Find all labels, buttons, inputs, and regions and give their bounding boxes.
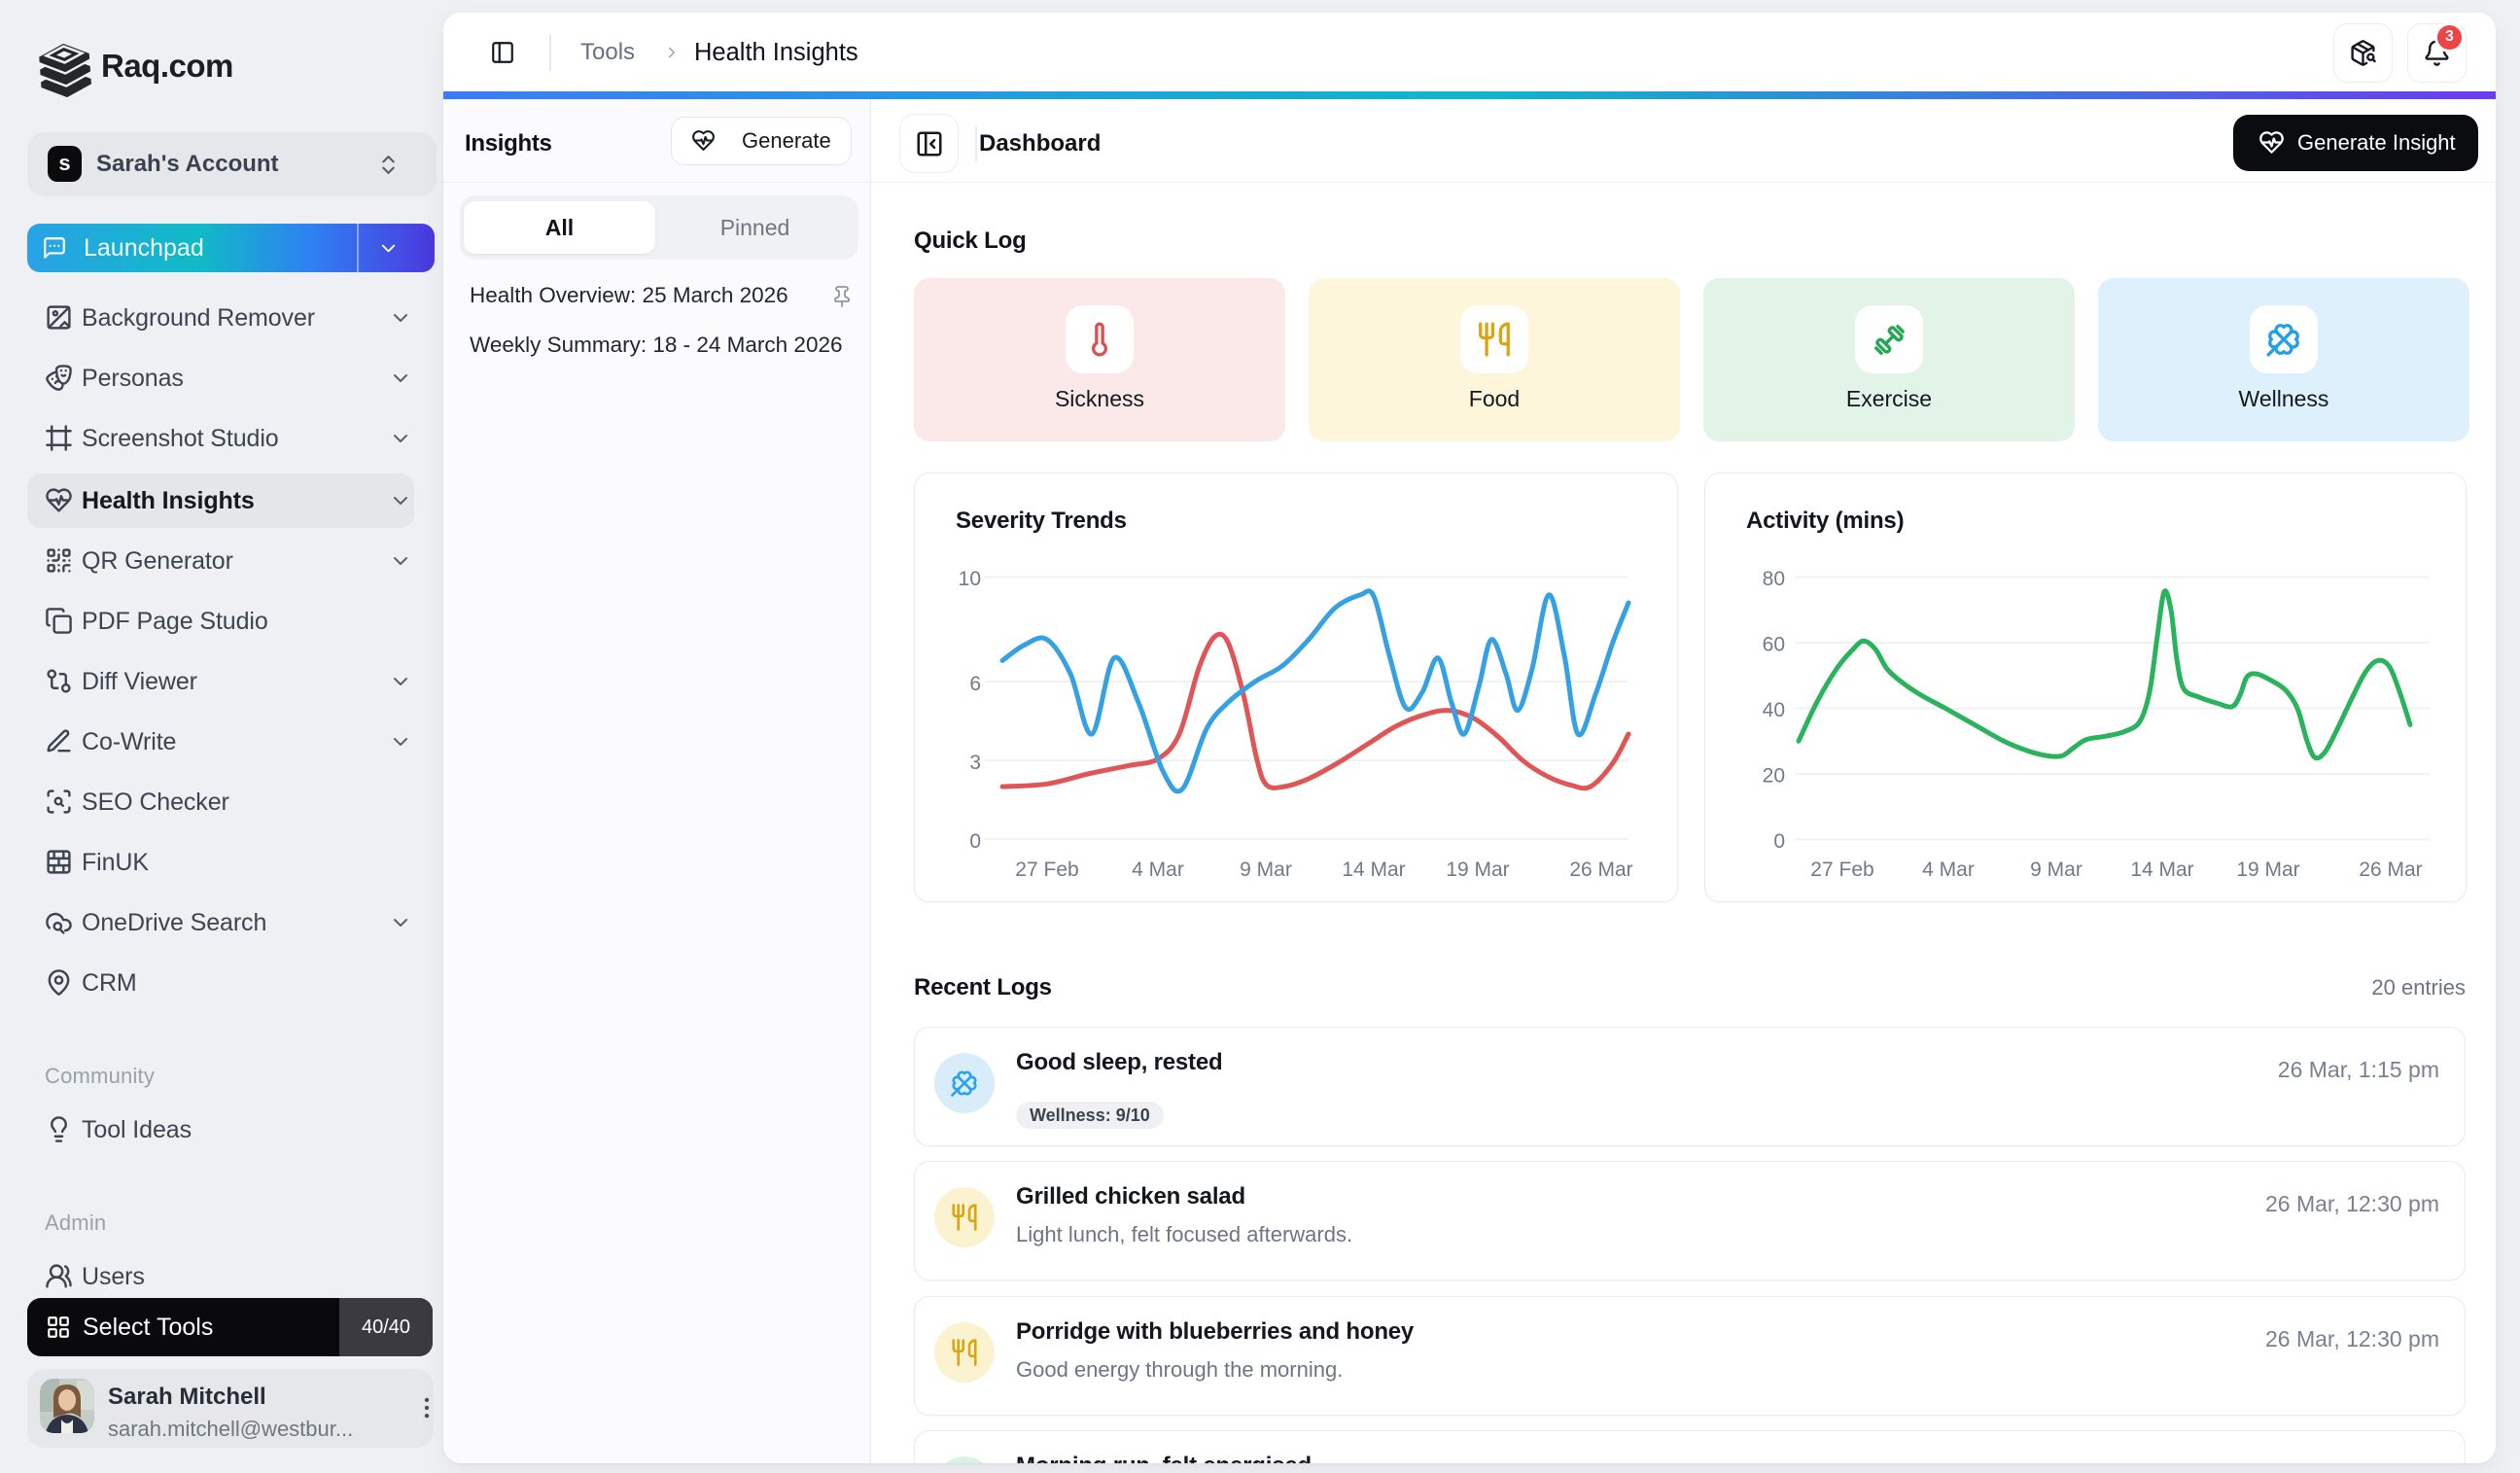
svg-text:14 Mar: 14 Mar xyxy=(1342,859,1405,881)
svg-text:19 Mar: 19 Mar xyxy=(1446,859,1509,881)
svg-text:19 Mar: 19 Mar xyxy=(2236,859,2299,881)
svg-text:80: 80 xyxy=(1763,568,1785,590)
svg-text:14 Mar: 14 Mar xyxy=(2130,859,2193,881)
svg-text:3: 3 xyxy=(969,752,981,774)
svg-text:9 Mar: 9 Mar xyxy=(1240,859,1292,881)
svg-text:10: 10 xyxy=(959,568,981,590)
svg-text:27 Feb: 27 Feb xyxy=(1015,859,1078,881)
svg-text:20: 20 xyxy=(1763,765,1785,788)
svg-text:27 Feb: 27 Feb xyxy=(1810,859,1873,881)
svg-text:0: 0 xyxy=(969,830,981,853)
svg-text:40: 40 xyxy=(1763,699,1785,721)
svg-text:26 Mar: 26 Mar xyxy=(1569,859,1632,881)
svg-text:4 Mar: 4 Mar xyxy=(1922,859,1975,881)
svg-text:4 Mar: 4 Mar xyxy=(1132,859,1184,881)
svg-text:6: 6 xyxy=(969,673,981,695)
svg-text:26 Mar: 26 Mar xyxy=(2359,859,2422,881)
svg-text:60: 60 xyxy=(1763,634,1785,656)
svg-text:9 Mar: 9 Mar xyxy=(2030,859,2082,881)
svg-text:0: 0 xyxy=(1773,830,1785,853)
